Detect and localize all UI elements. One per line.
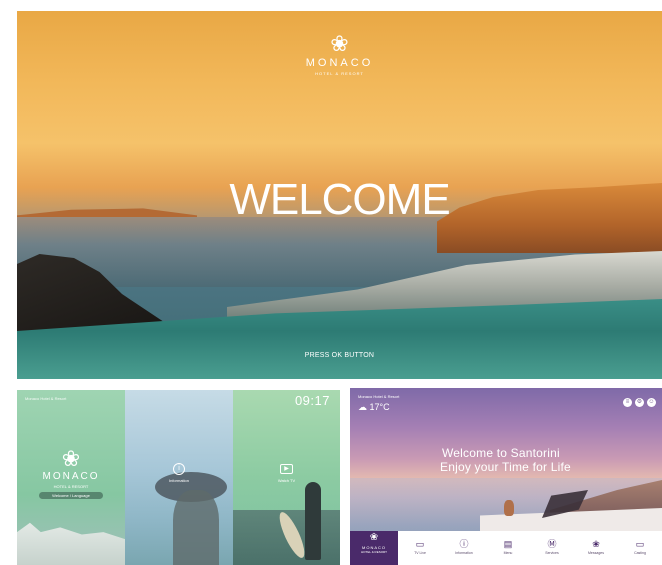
language-button[interactable]: Welcome / Language [39,492,103,499]
status-text: Monaco Hotel & Resort [358,394,400,399]
nav-label: Messages [588,551,604,555]
woman-image [173,490,219,565]
chat-icon: ❀ [592,539,600,549]
hotel-logo: ❀ MONACO HOTEL & RESORT [17,31,662,77]
nav-label: Casting [634,551,646,555]
nav-label: Menu [503,551,513,555]
nav-item-messages[interactable]: ❀ Messages [574,531,618,565]
welcome-subheading: Enjoy your Time for Life [440,460,571,474]
service-icon: Ⓜ [547,539,557,549]
menu-screen: Monaco Hotel & Resort ❀ MONACO HOTEL & R… [17,390,340,565]
temperature: 17°C [369,402,390,412]
play-icon: ▶ [233,462,340,474]
logo-subtitle: HOTEL & RESORT [53,484,89,489]
nav-logo[interactable]: ❀ MONACO HOTEL & RESORT [350,531,398,565]
hotel-logo: ❀ MONACO HOTEL & RESORT [17,446,125,490]
nav-label: Services [545,551,559,555]
tile-label: Information [168,478,189,483]
logo-brand: MONACO [305,57,374,69]
nav-item-information[interactable]: ⓘ Information [442,531,486,565]
welcome-heading: Welcome to Santorini [442,446,560,460]
santorini-home-screen: Monaco Hotel & Resort ☁ 17°C ≡ ⚙ ☺ Welco… [350,388,662,565]
information-tile[interactable]: i Information [125,390,233,565]
press-ok-prompt[interactable]: PRESS OK BUTTON [17,352,662,359]
surfer-image [305,482,321,560]
logo-subtitle: HOTEL & RESORT [360,550,387,554]
weather-widget: ☁ 17°C [358,402,390,413]
welcome-title: WELCOME [229,175,450,224]
logo-brand: MONACO [42,471,100,482]
white-houses-image [17,522,125,565]
hotel-tv-ui-collage: ❀ MONACO HOTEL & RESORT WELCOME PRESS OK… [0,0,662,565]
cloud-icon: ☁ [358,402,367,412]
info-icon: ⓘ [459,539,469,549]
info-icon-glyph: i [173,463,185,475]
tv-icon: ▭ [415,539,425,549]
settings-icon[interactable]: ⚙ [635,398,644,407]
status-text: Monaco Hotel & Resort [25,396,67,401]
nav-label: TV Live [414,551,426,555]
document-icon: ▤ [503,539,513,549]
lotus-logo-icon: ❀ [330,31,349,56]
info-icon: i [125,462,233,475]
top-icon-group: ≡ ⚙ ☺ [623,398,656,407]
lotus-logo-icon: ❀ [61,446,81,471]
language-icon[interactable]: ≡ [623,398,632,407]
nav-item-tv-live[interactable]: ▭ TV Live [398,531,442,565]
nav-label: Information [455,551,473,555]
screen-icon: ▭ [635,539,645,549]
user-icon[interactable]: ☺ [647,398,656,407]
home-panel[interactable]: Monaco Hotel & Resort ❀ MONACO HOTEL & R… [17,390,125,565]
nav-item-menu[interactable]: ▤ Menu [486,531,530,565]
nav-item-services[interactable]: Ⓜ Services [530,531,574,565]
logo-subtitle: HOTEL & RESORT [315,71,364,76]
clock: 09:17 [294,393,330,408]
tile-label: Watch TV [277,478,296,483]
nav-items: ▭ TV Live ⓘ Information ▤ Menu Ⓜ Service… [398,531,662,565]
play-icon-glyph: ▶ [280,464,293,474]
vase-image [504,500,514,516]
lotus-logo-icon: ❀ [369,532,379,543]
welcome-screen[interactable]: ❀ MONACO HOTEL & RESORT WELCOME PRESS OK… [17,11,662,379]
nav-item-casting[interactable]: ▭ Casting [618,531,662,565]
watch-tv-tile[interactable]: 09:17 ▶ Watch TV [233,390,340,565]
